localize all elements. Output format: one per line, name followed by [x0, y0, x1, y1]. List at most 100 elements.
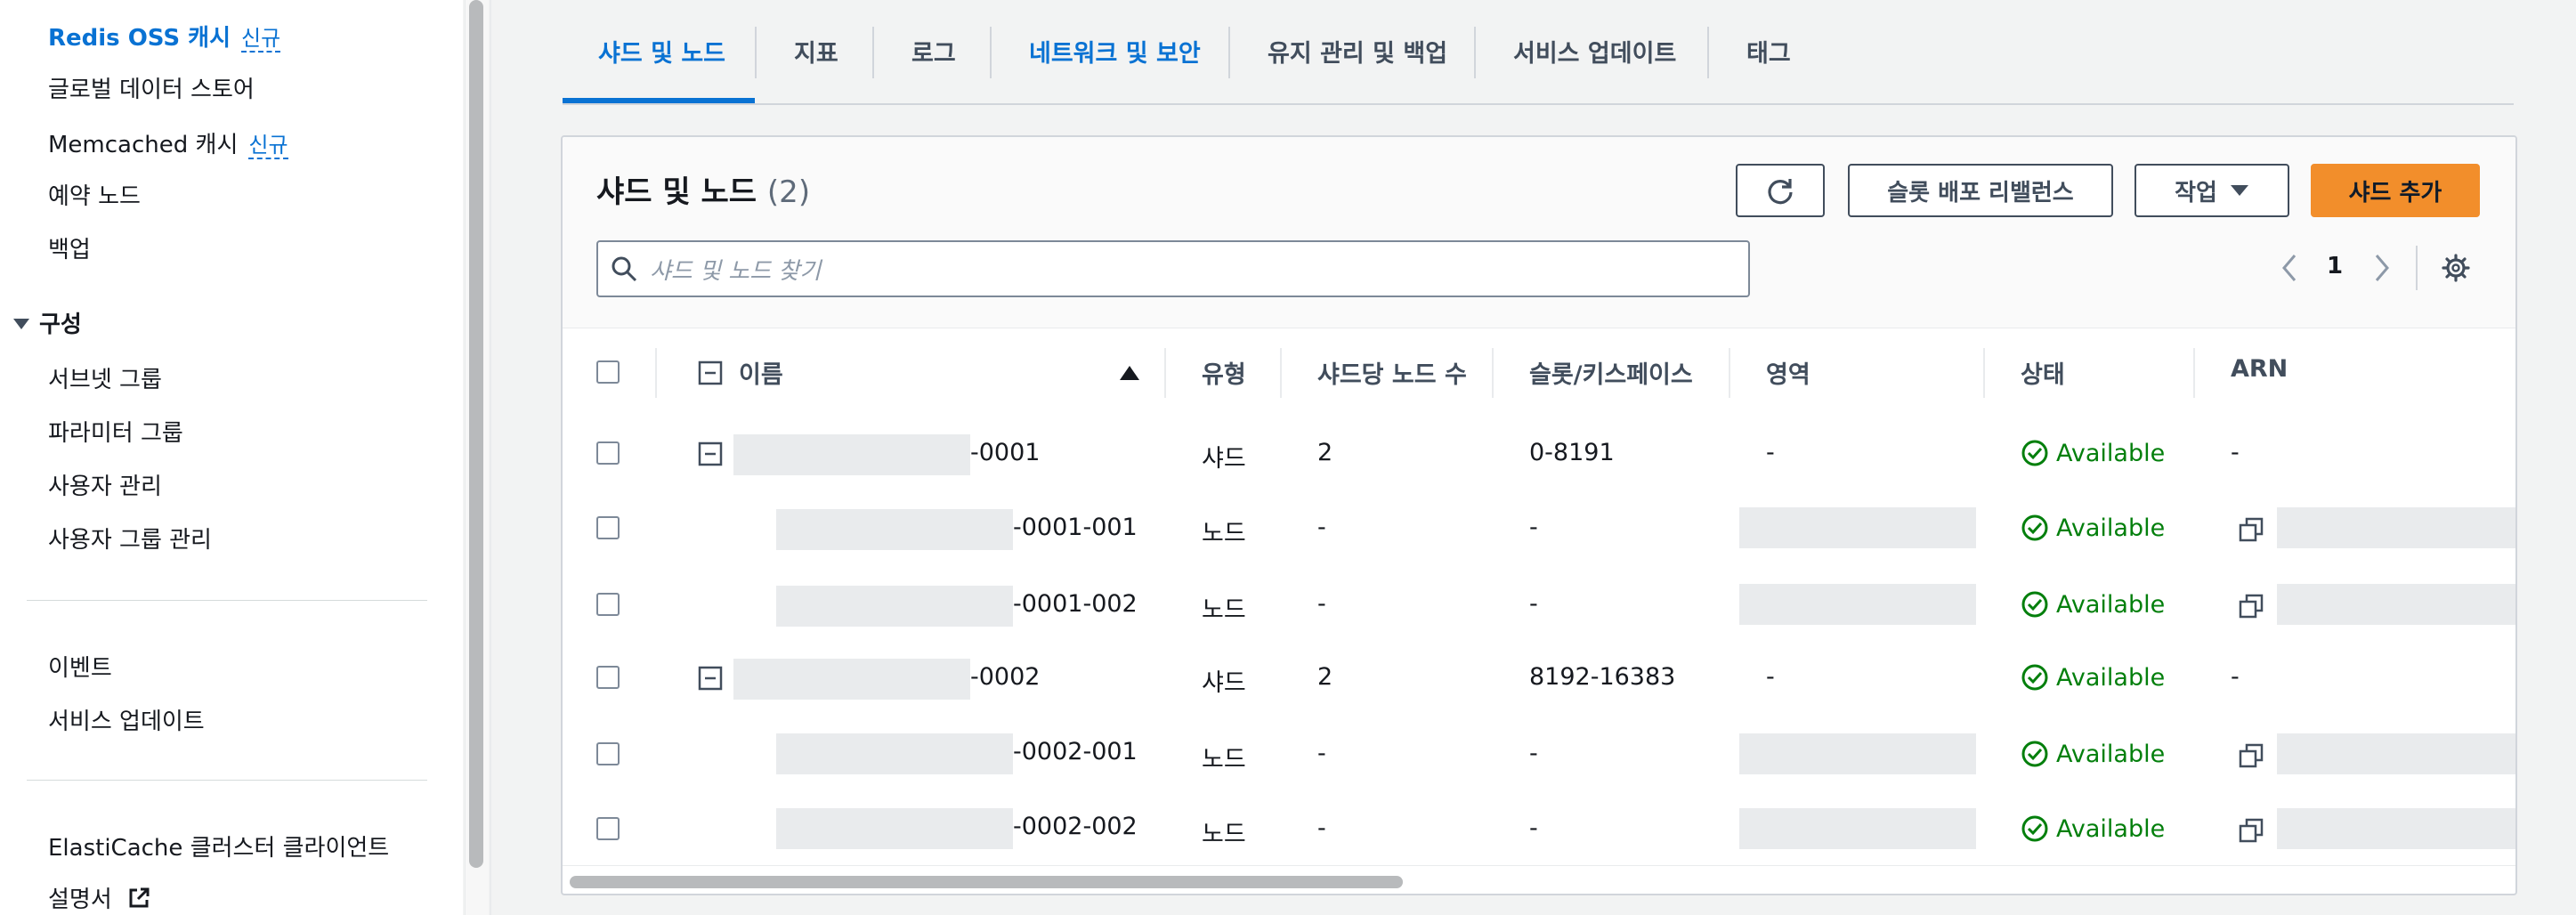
copy-icon[interactable]: [2238, 742, 2264, 769]
tab-separator: [872, 27, 874, 78]
table-row[interactable]: -0002-002 노드 - - Available: [563, 790, 2515, 866]
table-row[interactable]: -0002-001 노드 - - Available: [563, 716, 2515, 791]
row-checkbox[interactable]: [596, 742, 620, 765]
nav-section-configuration[interactable]: 구성: [12, 306, 82, 339]
status-badge: Available: [2021, 439, 2165, 467]
previous-page-icon[interactable]: [2280, 253, 2298, 283]
shard-name-suffix[interactable]: -0002: [970, 663, 1040, 691]
tab-shards-and-nodes[interactable]: 샤드 및 노드: [598, 34, 725, 69]
column-header-slots-keyspace[interactable]: 슬롯/키스페이스: [1529, 355, 1693, 390]
tab-service-updates[interactable]: 서비스 업데이트: [1513, 34, 1676, 69]
row-checkbox[interactable]: [596, 593, 620, 616]
actions-label: 작업: [2175, 179, 2217, 206]
redacted-zone: [1739, 808, 1976, 849]
search-field[interactable]: 샤드 및 노드 찾기: [596, 240, 1750, 297]
row-checkbox[interactable]: [596, 516, 620, 539]
table-row[interactable]: -0001 샤드 2 0-8191 - Available -: [563, 417, 2515, 490]
column-header-nodes-per-shard[interactable]: 샤드당 노드 수: [1317, 355, 1467, 390]
nav-item-events[interactable]: 이벤트: [48, 650, 112, 683]
status-text: Available: [2056, 663, 2166, 692]
column-header-name[interactable]: 이름: [739, 355, 783, 390]
nav-item-parameter-groups[interactable]: 파라미터 그룹: [48, 415, 183, 448]
copy-icon[interactable]: [2238, 516, 2264, 543]
nav-item-user-group-management[interactable]: 사용자 그룹 관리: [48, 522, 212, 555]
node-name-suffix[interactable]: -0001-001: [1013, 514, 1138, 541]
row-checkbox[interactable]: [596, 817, 620, 840]
status-badge: Available: [2021, 514, 2165, 542]
nav-item-cluster-client[interactable]: ElastiCache 클러스터 클라이언트: [48, 830, 389, 862]
table-row[interactable]: -0001-001 노드 - - Available: [563, 490, 2515, 567]
row-checkbox[interactable]: [596, 666, 620, 689]
caret-down-icon: [13, 319, 29, 329]
collapse-shard-icon[interactable]: [698, 666, 723, 691]
settings-gear-icon[interactable]: [2441, 253, 2471, 283]
nodes-cell: 2: [1317, 663, 1333, 691]
rebalance-slots-button[interactable]: 슬롯 배포 리밸런스: [1848, 164, 2113, 217]
tab-separator: [990, 27, 992, 78]
type-cell: 노드: [1202, 520, 1246, 547]
shard-name-suffix[interactable]: -0001: [970, 439, 1040, 466]
detail-tabs: 샤드 및 노드 지표 로그 네트워크 및 보안 유지 관리 및 백업 서비스 업…: [563, 0, 2514, 105]
nav-item-documentation[interactable]: 설명서: [48, 881, 151, 914]
nav-item-subnet-groups[interactable]: 서브넷 그룹: [48, 361, 162, 394]
copy-icon[interactable]: [2238, 817, 2264, 844]
status-badge: Available: [2021, 590, 2165, 619]
new-badge: 신규: [240, 26, 281, 53]
nav-item-reserved-nodes[interactable]: 예약 노드: [48, 178, 141, 211]
node-name-suffix[interactable]: -0002-001: [1013, 738, 1138, 765]
zone-cell: -: [1766, 439, 1775, 466]
nav-item-label: Memcached 캐시: [48, 132, 239, 158]
sort-ascending-icon[interactable]: [1118, 364, 1141, 382]
tab-separator: [1228, 27, 1230, 78]
shards-and-nodes-panel: 샤드 및 노드 (2) 슬롯 배포 리밸런스 작업 샤드 추가 샤드 및 노드 …: [561, 135, 2517, 895]
column-separator: [1492, 348, 1494, 398]
table-row[interactable]: -0001-002 노드 - - Available: [563, 566, 2515, 644]
column-separator: [1164, 348, 1166, 398]
table-horizontal-scrollbar[interactable]: [570, 876, 1403, 888]
select-all-checkbox[interactable]: [596, 360, 620, 384]
node-name-suffix[interactable]: -0001-002: [1013, 590, 1138, 618]
nav-item-memcached-cache[interactable]: Memcached 캐시 신규: [48, 126, 288, 159]
status-text: Available: [2056, 514, 2166, 542]
slots-cell: -: [1529, 740, 1538, 767]
current-page-number[interactable]: 1: [2327, 253, 2343, 279]
panel-title: 샤드 및 노드 (2): [596, 167, 810, 211]
nav-item-user-management[interactable]: 사용자 관리: [48, 468, 162, 501]
status-text: Available: [2056, 740, 2166, 768]
column-header-arn[interactable]: ARN: [2231, 355, 2288, 383]
search-input[interactable]: 샤드 및 노드 찾기: [650, 253, 821, 286]
add-shard-button[interactable]: 샤드 추가: [2311, 164, 2480, 217]
column-header-status[interactable]: 상태: [2021, 355, 2065, 390]
tab-tags[interactable]: 태그: [1746, 34, 1791, 69]
column-header-zone[interactable]: 영역: [1766, 355, 1810, 390]
redacted-arn: [2277, 584, 2515, 625]
pager-divider: [2416, 246, 2418, 290]
arn-cell: -: [2231, 663, 2240, 691]
sidebar-scrollbar-thumb[interactable]: [469, 0, 483, 868]
tab-logs[interactable]: 로그: [911, 34, 956, 69]
tab-network-and-security[interactable]: 네트워크 및 보안: [1029, 34, 1201, 69]
collapse-all-icon[interactable]: [698, 360, 723, 385]
column-header-type[interactable]: 유형: [1202, 355, 1246, 390]
status-text: Available: [2056, 814, 2166, 843]
collapse-shard-icon[interactable]: [698, 441, 723, 466]
next-page-icon[interactable]: [2373, 253, 2391, 283]
tab-maintenance-and-backups[interactable]: 유지 관리 및 백업: [1268, 34, 1447, 69]
nav-item-redis-oss-cache[interactable]: Redis OSS 캐시 신규: [48, 20, 281, 53]
table-row[interactable]: -0002 샤드 2 8192-16383 - Available -: [563, 643, 2515, 717]
type-cell: 노드: [1202, 821, 1246, 848]
row-checkbox[interactable]: [596, 441, 620, 465]
column-separator: [655, 348, 657, 398]
tab-metrics[interactable]: 지표: [794, 34, 838, 69]
nav-item-service-updates[interactable]: 서비스 업데이트: [48, 703, 205, 736]
nav-item-label: Redis OSS 캐시: [48, 25, 231, 52]
nodes-cell: -: [1317, 814, 1326, 842]
actions-dropdown[interactable]: 작업: [2135, 164, 2289, 217]
nav-item-global-datastore[interactable]: 글로벌 데이터 스토어: [48, 71, 255, 104]
search-icon: [612, 256, 637, 282]
copy-icon[interactable]: [2238, 593, 2264, 619]
refresh-button[interactable]: [1736, 164, 1825, 217]
node-name-suffix[interactable]: -0002-002: [1013, 813, 1138, 840]
check-circle-icon: [2021, 741, 2048, 767]
nav-item-backups[interactable]: 백업: [48, 231, 91, 264]
